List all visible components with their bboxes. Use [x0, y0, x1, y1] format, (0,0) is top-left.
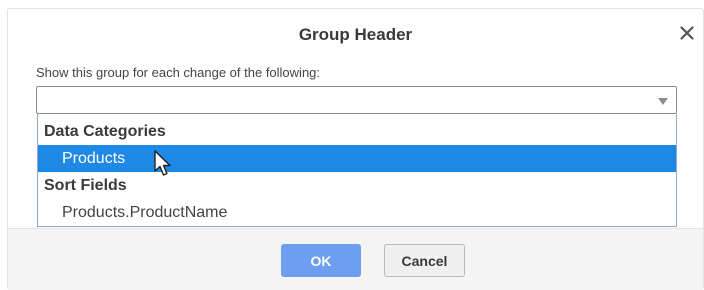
option-group-sort-fields: Sort Fields [44, 177, 127, 194]
group-field-listbox[interactable]: Data Categories Products Sort Fields Pro… [37, 114, 677, 227]
group-header-dialog: Group Header Show this group for each ch… [7, 8, 704, 290]
option-products-productname[interactable]: Products.ProductName [38, 199, 676, 226]
close-button[interactable] [673, 19, 701, 47]
group-field-select[interactable] [36, 86, 677, 114]
option-group-data-categories: Data Categories [44, 123, 166, 140]
dialog-title: Group Header [298, 25, 413, 44]
close-icon [680, 26, 694, 40]
cancel-button[interactable]: Cancel [384, 244, 465, 277]
group-by-prompt: Show this group for each change of the f… [36, 65, 321, 80]
dropdown-arrow-icon[interactable] [658, 98, 668, 105]
dialog-footer: OK Cancel [8, 228, 703, 290]
option-products[interactable]: Products [38, 145, 676, 172]
ok-button[interactable]: OK [281, 244, 361, 277]
